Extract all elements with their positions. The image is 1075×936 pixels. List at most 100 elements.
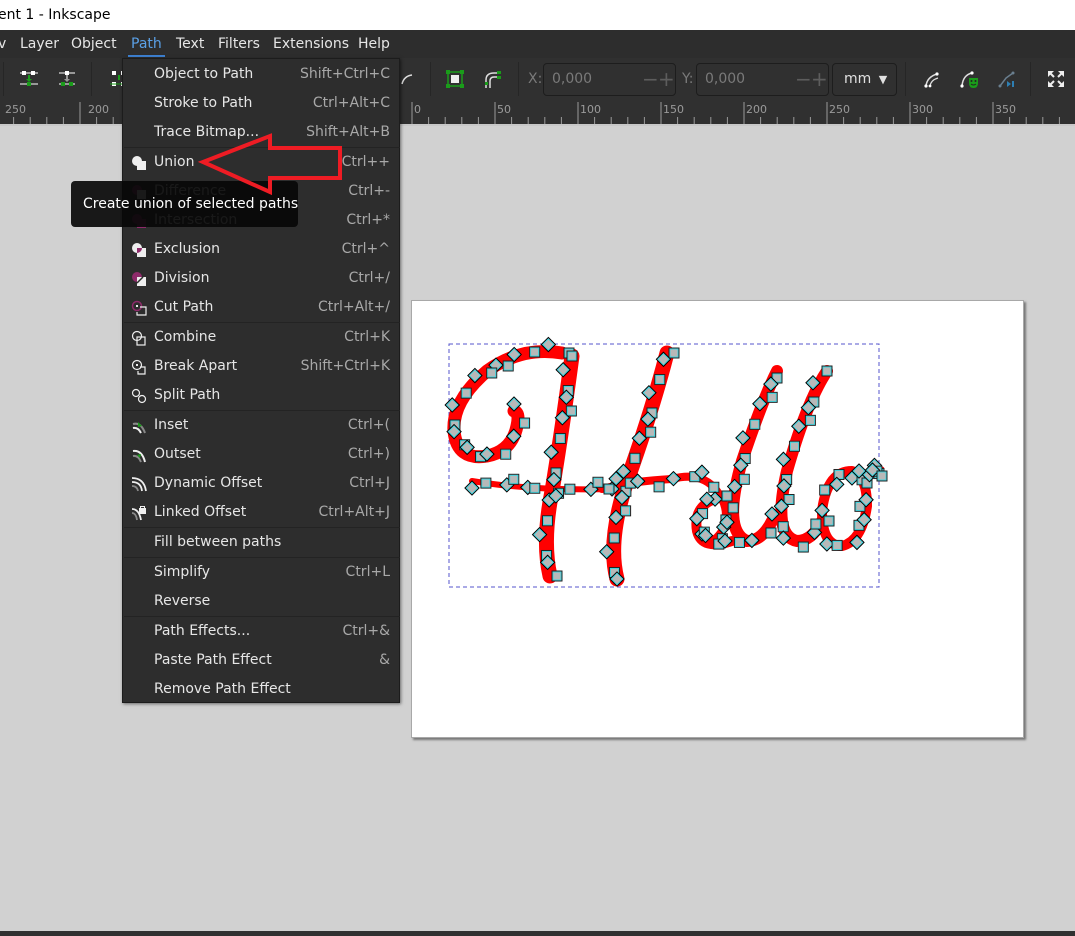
path-node[interactable] — [603, 483, 615, 495]
path-node[interactable] — [500, 448, 512, 460]
y-increment-button[interactable]: + — [811, 64, 828, 95]
x-increment-button[interactable]: + — [658, 64, 675, 95]
menu-item-paste-path-effect[interactable]: Paste Path Effect & — [123, 646, 399, 675]
node-smooth-icon[interactable] — [921, 68, 943, 90]
shortcut: Ctrl+) — [347, 446, 390, 462]
node-mask-icon[interactable] — [958, 68, 980, 90]
y-label: Y: — [682, 71, 694, 87]
menu-item-remove-path-effect[interactable]: Remove Path Effect — [123, 675, 399, 704]
y-decrement-button[interactable]: − — [795, 64, 812, 95]
x-coordinate-input[interactable]: 0,000 − + — [543, 63, 676, 96]
menu-object[interactable]: Object — [71, 30, 117, 58]
path-node[interactable] — [738, 473, 750, 485]
path-node[interactable] — [502, 360, 514, 372]
menu-text[interactable]: Text — [176, 30, 204, 58]
path-node[interactable] — [797, 541, 809, 553]
menu-item-fill-between-paths[interactable]: Fill between paths — [123, 528, 399, 557]
menu-item-union[interactable]: Union Ctrl++ — [123, 148, 399, 177]
y-coordinate-input[interactable]: 0,000 − + — [696, 63, 829, 96]
division-icon — [132, 272, 146, 286]
path-node[interactable] — [727, 502, 739, 514]
menu-item-object-to-path[interactable]: Object to Path Shift+Ctrl+C — [123, 60, 399, 89]
zoom-fit-icon[interactable] — [1045, 68, 1067, 90]
path-node[interactable] — [804, 414, 816, 426]
path-node[interactable] — [554, 432, 566, 444]
menu-item-stroke-to-path[interactable]: Stroke to Path Ctrl+Alt+C — [123, 89, 399, 118]
x-value[interactable]: 0,000 — [552, 64, 592, 95]
menu-item-outset[interactable]: Outset Ctrl+) — [123, 440, 399, 469]
path-node[interactable] — [486, 367, 498, 379]
tooltip: Create union of selected paths — [71, 181, 298, 227]
bezier-tool-icon[interactable] — [398, 68, 420, 90]
path-node[interactable] — [608, 532, 620, 544]
path-node[interactable] — [788, 440, 800, 452]
path-node[interactable] — [831, 539, 843, 551]
path-node[interactable] — [629, 452, 641, 464]
path-node[interactable] — [529, 346, 541, 358]
path-node[interactable] — [529, 482, 541, 494]
y-value[interactable]: 0,000 — [705, 64, 745, 95]
menubar: v Layer Object Path Text Filters Extensi… — [0, 30, 1075, 58]
snap-bbox-icon[interactable] — [444, 68, 466, 90]
menu-item-split-path[interactable]: Split Path — [123, 381, 399, 410]
chevron-down-icon: ▼ — [878, 73, 888, 86]
path-node[interactable] — [810, 518, 822, 530]
menu-item-inset[interactable]: Inset Ctrl+( — [123, 411, 399, 440]
path-node[interactable] — [708, 481, 720, 493]
menu-extensions[interactable]: Extensions — [273, 30, 349, 58]
break-apart-icon — [131, 359, 146, 375]
menu-item-break-apart[interactable]: Break Apart Shift+Ctrl+K — [123, 352, 399, 381]
path-node[interactable] — [565, 405, 577, 417]
path-node[interactable] — [876, 470, 888, 482]
unit-select[interactable]: mm ▼ — [832, 63, 897, 96]
menu-help[interactable]: Help — [358, 30, 390, 58]
path-node[interactable] — [819, 484, 831, 496]
menu-layer[interactable]: Layer — [20, 30, 59, 58]
menu-item-path-effects[interactable]: Path Effects... Ctrl+& — [123, 617, 399, 646]
path-node[interactable] — [668, 347, 680, 359]
path-node[interactable] — [654, 374, 666, 386]
path-node[interactable] — [823, 515, 835, 527]
path-node[interactable] — [542, 515, 554, 527]
x-decrement-button[interactable]: − — [642, 64, 659, 95]
align-distribute-icon[interactable] — [56, 68, 78, 90]
path-node[interactable] — [721, 490, 733, 502]
menu-path[interactable]: Path — [128, 30, 165, 58]
menu-item-reverse[interactable]: Reverse — [123, 587, 399, 616]
menu-item-combine[interactable]: Combine Ctrl+K — [123, 323, 399, 352]
menu-item-division[interactable]: Division Ctrl+/ — [123, 264, 399, 293]
path-node[interactable] — [620, 505, 632, 517]
document-page[interactable] — [411, 300, 1024, 738]
shortcut: Ctrl+K — [344, 329, 390, 345]
node-cusp-icon[interactable] — [996, 68, 1018, 90]
menu-item-simplify[interactable]: Simplify Ctrl+L — [123, 558, 399, 587]
ruler-label: 350 — [995, 103, 1016, 116]
path-node[interactable] — [653, 481, 665, 493]
path-node[interactable] — [766, 391, 778, 403]
menu-filters[interactable]: Filters — [218, 30, 260, 58]
menu-item-linked-offset[interactable]: Linked Offset Ctrl+Alt+J — [123, 498, 399, 527]
path-node[interactable] — [519, 417, 531, 429]
path-node[interactable] — [645, 426, 657, 438]
path-node[interactable] — [564, 483, 576, 495]
path-node[interactable] — [551, 570, 563, 582]
menu-item-dynamic-offset[interactable]: Dynamic Offset Ctrl+J — [123, 469, 399, 498]
path-node[interactable] — [733, 536, 745, 548]
path-node[interactable] — [749, 418, 761, 430]
path-node[interactable] — [480, 477, 492, 489]
snap-path-icon[interactable] — [481, 68, 503, 90]
menu-item-cut-path[interactable]: Cut Path Ctrl+Alt+/ — [123, 293, 399, 322]
path-node[interactable] — [765, 527, 777, 539]
hello-artwork[interactable] — [412, 301, 1025, 739]
path-node[interactable] — [592, 476, 604, 488]
menu-view[interactable]: v — [0, 30, 6, 58]
menu-item-exclusion[interactable]: Exclusion Ctrl+^ — [123, 235, 399, 264]
path-node[interactable] — [777, 521, 789, 533]
path-node[interactable] — [566, 350, 578, 362]
ruler-label: 300 — [912, 103, 933, 116]
path-node[interactable] — [508, 473, 520, 485]
path-node[interactable] — [821, 365, 833, 377]
align-distribute-icon[interactable] — [18, 68, 40, 90]
path-node[interactable] — [460, 387, 472, 399]
menu-item-trace-bitmap[interactable]: Trace Bitmap... Shift+Alt+B — [123, 118, 399, 147]
